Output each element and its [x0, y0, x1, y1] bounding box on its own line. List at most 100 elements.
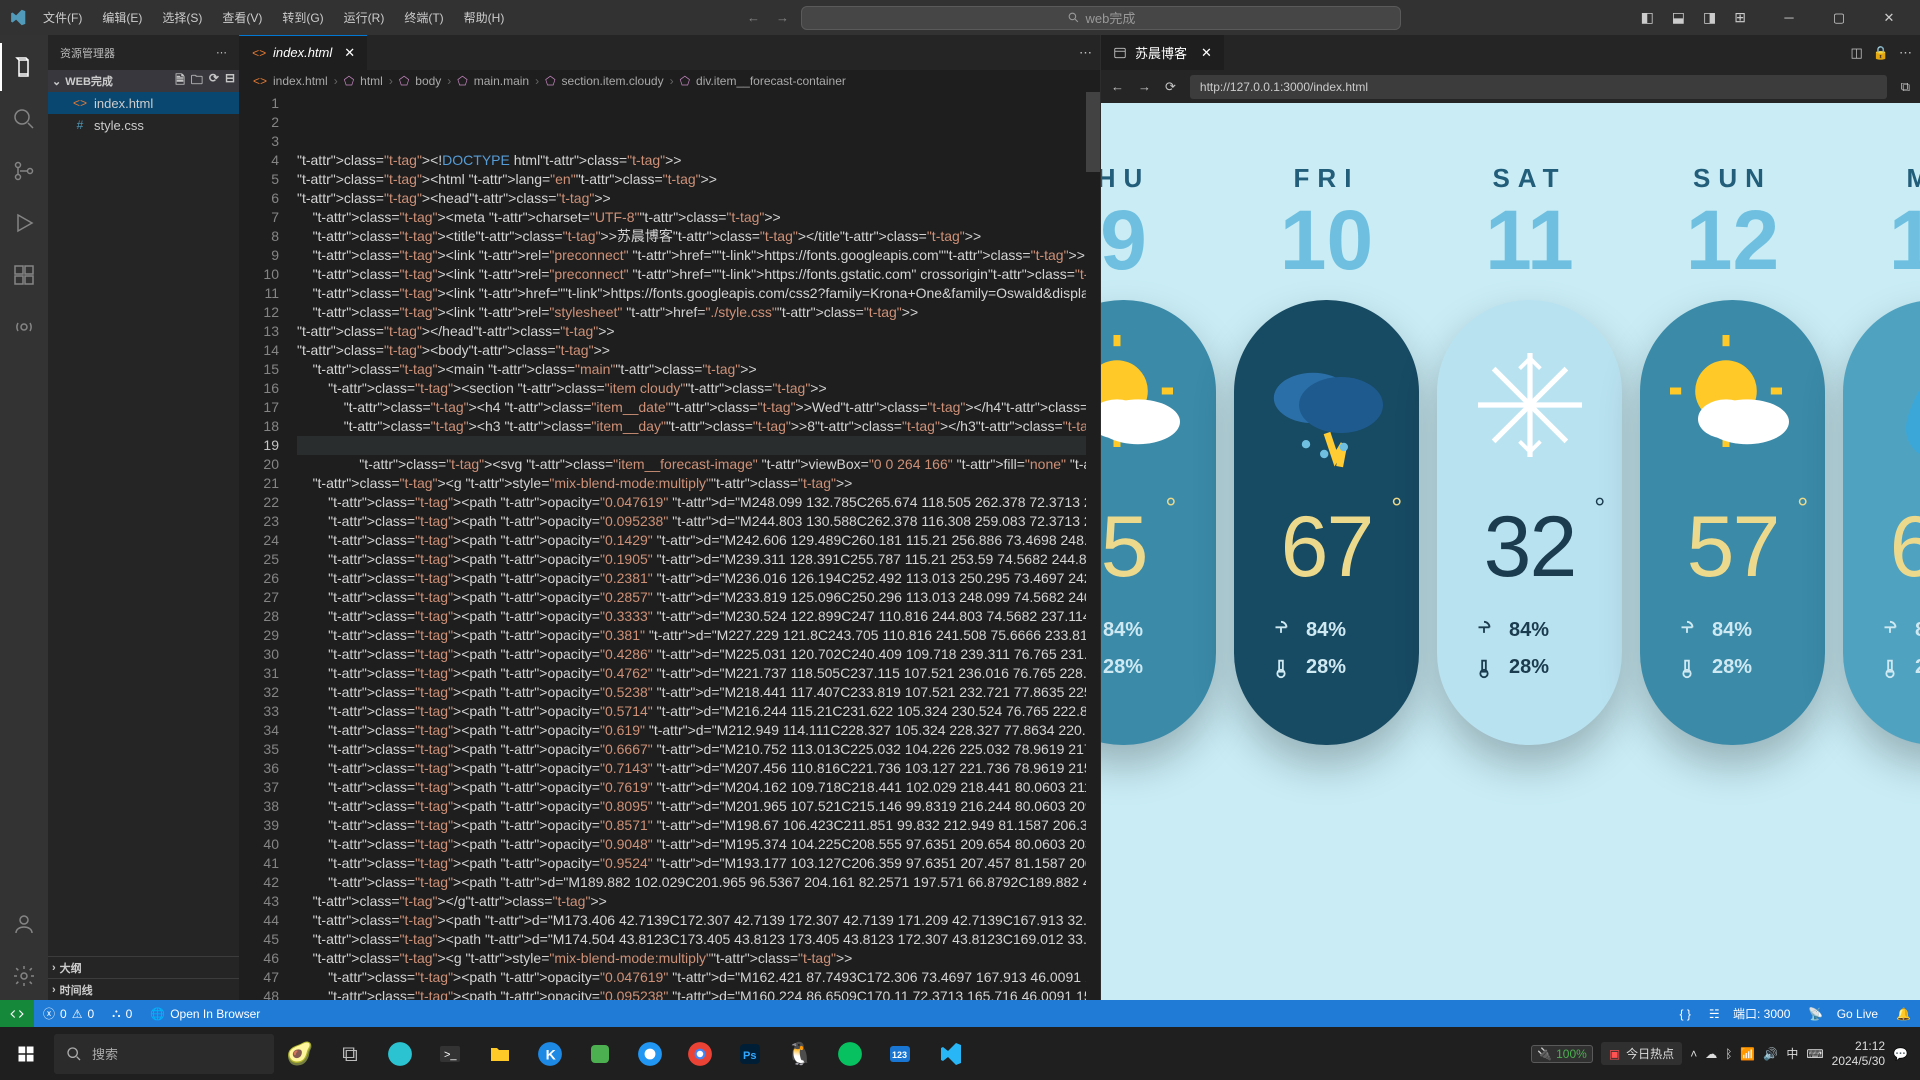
day-number: 11	[1485, 198, 1574, 282]
titlebar: 文件(F) 编辑(E) 选择(S) 查看(V) 转到(G) 运行(R) 终端(T…	[0, 0, 1920, 35]
app-green[interactable]	[576, 1030, 624, 1078]
refresh-icon[interactable]: ⟳	[209, 71, 219, 92]
timeline-section[interactable]: ›时间线	[48, 978, 239, 1000]
nav-fwd-icon[interactable]: →	[776, 10, 789, 25]
close-icon[interactable]: ✕	[344, 45, 355, 61]
new-folder-icon[interactable]: 🗀	[191, 71, 203, 92]
minimap[interactable]	[1086, 92, 1100, 1000]
window-close[interactable]: ✕	[1866, 0, 1912, 35]
file-style-css[interactable]: # style.css	[48, 114, 239, 136]
layout-bottom-icon[interactable]: ⬓	[1666, 5, 1691, 30]
close-icon[interactable]: ✕	[1201, 45, 1212, 61]
window-maximize[interactable]: ▢	[1816, 0, 1862, 35]
sidebar-header: 资源管理器 ⋯	[48, 35, 239, 70]
app-chrome[interactable]	[676, 1030, 724, 1078]
layout-right-icon[interactable]: ◨	[1697, 5, 1722, 30]
activity-settings-icon[interactable]	[0, 952, 48, 1000]
menu-goto[interactable]: 转到(G)	[273, 5, 332, 30]
start-button[interactable]	[2, 1027, 50, 1080]
action-center-icon[interactable]: 💬	[1893, 1047, 1908, 1061]
code-editor[interactable]: 1234567891011121314151617181920212223242…	[239, 92, 1100, 1000]
browser-reload-icon[interactable]: ⟳	[1165, 79, 1176, 95]
activity-live-icon[interactable]	[0, 303, 48, 351]
layout-grid-icon[interactable]: ⊞	[1728, 5, 1752, 30]
app-taskview[interactable]: ⧉	[326, 1030, 374, 1078]
app-wechat[interactable]	[826, 1030, 874, 1078]
new-file-icon[interactable]: 🗎	[175, 71, 185, 92]
activity-search-icon[interactable]	[0, 95, 48, 143]
menu-terminal[interactable]: 终端(T)	[395, 5, 452, 30]
more-icon[interactable]: ⋯	[1899, 45, 1912, 61]
app-qq[interactable]: 🐧	[776, 1030, 824, 1078]
tray-ime[interactable]: 中	[1786, 1045, 1798, 1062]
app-avocado[interactable]: 🥑	[276, 1030, 324, 1078]
taskbar-clock[interactable]: 21:12 2024/5/30	[1832, 1039, 1885, 1068]
folder-header[interactable]: ⌄ WEB完成 🗎 🗀 ⟳ ⊟	[48, 70, 239, 92]
tray-cloud-icon[interactable]: ☁	[1705, 1047, 1717, 1061]
menu-file[interactable]: 文件(F)	[34, 5, 91, 30]
day-name: FRI	[1294, 163, 1360, 194]
tray-bt-icon[interactable]: ᛒ	[1725, 1047, 1732, 1061]
minimap-thumb[interactable]	[1086, 92, 1100, 172]
command-center-text: web完成	[1086, 8, 1136, 27]
nav-back-icon[interactable]: ←	[747, 10, 760, 25]
bracket-icon: ⬠	[680, 74, 690, 88]
spaces-indicator[interactable]: { }	[1671, 1000, 1700, 1027]
notifications-icon[interactable]: 🔔	[1887, 1000, 1920, 1027]
lock-icon[interactable]: 🔒	[1873, 45, 1889, 61]
activity-debug-icon[interactable]	[0, 199, 48, 247]
main-menu: 文件(F) 编辑(E) 选择(S) 查看(V) 转到(G) 运行(R) 终端(T…	[34, 5, 513, 30]
ports-indicator[interactable]: ⛬0	[103, 1000, 141, 1027]
tab-index-html[interactable]: <> index.html ✕	[239, 35, 368, 70]
tray-sound-icon[interactable]: 🔊	[1763, 1047, 1778, 1061]
collapse-icon[interactable]: ⊟	[225, 71, 235, 92]
menu-edit[interactable]: 编辑(E)	[93, 5, 151, 30]
port-indicator[interactable]: ☵ 端口: 3000	[1700, 1000, 1799, 1027]
open-external-icon[interactable]: ⧉	[1901, 79, 1910, 95]
battery-indicator[interactable]: 🔌100%	[1531, 1045, 1593, 1063]
tray-wifi-icon[interactable]: 📶	[1740, 1047, 1755, 1061]
preview-tab[interactable]: 苏晨博客 ✕	[1101, 35, 1224, 70]
hot-news[interactable]: ▣今日热点	[1601, 1042, 1682, 1065]
menu-help[interactable]: 帮助(H)	[455, 5, 514, 30]
sidebar-title: 资源管理器	[60, 45, 115, 61]
browser-fwd-icon[interactable]: →	[1138, 79, 1151, 94]
menu-select[interactable]: 选择(S)	[153, 5, 211, 30]
split-icon[interactable]: ◫	[1851, 45, 1863, 61]
command-center[interactable]: web完成	[801, 6, 1401, 30]
sidebar-more-icon[interactable]: ⋯	[216, 46, 227, 59]
app-photoshop[interactable]: Ps	[726, 1030, 774, 1078]
more-actions-icon[interactable]: ⋯	[1079, 45, 1092, 61]
app-terminal[interactable]: >_	[426, 1030, 474, 1078]
layout-left-icon[interactable]: ◧	[1635, 5, 1660, 30]
code-body[interactable]: "t-attr">class="t-tag"><!DOCTYPE html"t-…	[297, 92, 1100, 1000]
outline-section[interactable]: ›大纲	[48, 956, 239, 978]
menu-run[interactable]: 运行(R)	[335, 5, 394, 30]
tray-keyboard-icon[interactable]: ⌨	[1806, 1047, 1823, 1061]
open-in-browser[interactable]: 🌐Open In Browser	[141, 1000, 269, 1027]
taskbar-search[interactable]: 搜索	[54, 1034, 274, 1074]
activity-account-icon[interactable]	[0, 900, 48, 948]
browser-back-icon[interactable]: ←	[1111, 79, 1124, 94]
app-edge[interactable]	[376, 1030, 424, 1078]
activity-scm-icon[interactable]	[0, 147, 48, 195]
activity-extensions-icon[interactable]	[0, 251, 48, 299]
problems-indicator[interactable]: ⓧ0 ⚠0	[34, 1000, 103, 1027]
search-icon	[66, 1046, 82, 1062]
file-index-html[interactable]: <> index.html	[48, 92, 239, 114]
url-bar[interactable]: http://127.0.0.1:3000/index.html	[1190, 75, 1887, 99]
window-minimize[interactable]: ─	[1766, 0, 1812, 35]
app-kugou[interactable]: K	[526, 1030, 574, 1078]
precip-stat: 84%	[1101, 619, 1180, 642]
menu-view[interactable]: 查看(V)	[213, 5, 271, 30]
breadcrumbs[interactable]: <> index.html› ⬠html› ⬠body› ⬠main.main›…	[239, 70, 1100, 92]
activity-explorer-icon[interactable]	[0, 43, 48, 91]
system-tray: 🔌100% ▣今日热点 ˄ ☁ ᛒ 📶 🔊 中 ⌨ 21:12 2024/5/3…	[1521, 1039, 1918, 1068]
app-vscode[interactable]	[926, 1030, 974, 1078]
remote-indicator[interactable]	[0, 1000, 34, 1027]
app-files[interactable]	[476, 1030, 524, 1078]
tray-up-icon[interactable]: ˄	[1690, 1047, 1697, 1061]
go-live[interactable]: 📡 Go Live	[1799, 1000, 1887, 1027]
app-qqbrowser[interactable]	[626, 1030, 674, 1078]
app-123[interactable]: 123	[876, 1030, 924, 1078]
